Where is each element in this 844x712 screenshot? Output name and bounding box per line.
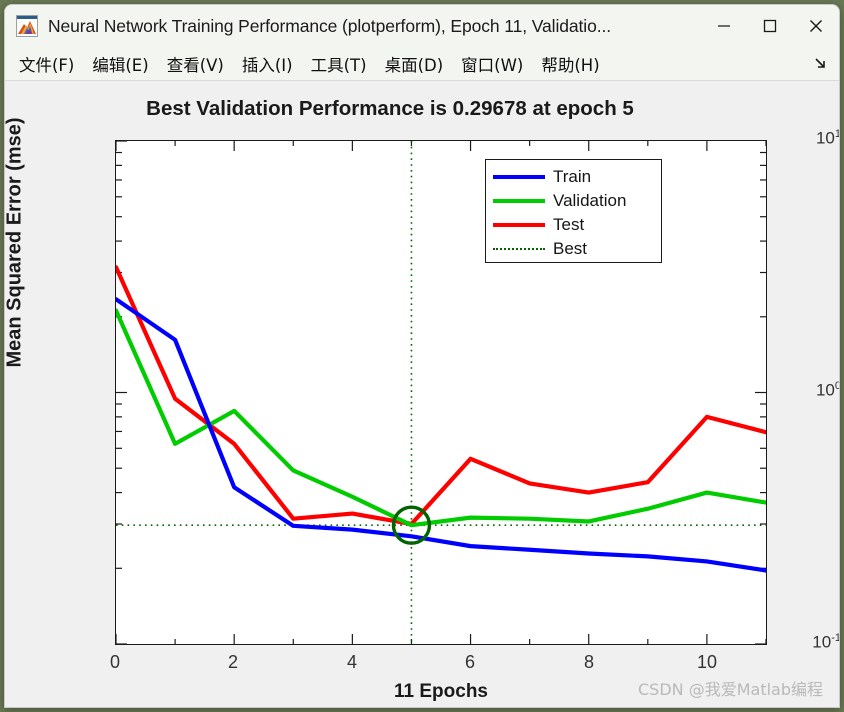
window-title: Neural Network Training Performance (plo…: [48, 15, 611, 36]
legend-label-validation: Validation: [553, 191, 627, 210]
legend-swatch-validation: [493, 198, 545, 204]
x-tick-label-4: 4: [346, 652, 357, 672]
x-tick-label-2: 2: [227, 652, 238, 672]
figure-canvas: Best Validation Performance is 0.29678 a…: [5, 81, 839, 707]
legend-row-validation[interactable]: Validation: [486, 189, 661, 213]
menu-file[interactable]: 文件(F): [10, 52, 83, 76]
legend-label-test: Test: [553, 215, 585, 234]
expand-arrow-icon[interactable]: [813, 56, 829, 72]
menu-help[interactable]: 帮助(H): [532, 52, 608, 76]
menu-window[interactable]: 窗口(W): [452, 52, 532, 76]
legend-label-best: Best: [553, 239, 588, 258]
chart-legend: Train Validation Test Best: [485, 159, 662, 263]
menu-view[interactable]: 查看(V): [158, 52, 233, 76]
matlab-membrane-icon: [16, 15, 38, 37]
x-tick-label-0: 0: [109, 652, 120, 672]
y-axis-label: Mean Squared Error (mse): [5, 117, 26, 368]
x-tick-label-10: 10: [696, 652, 718, 672]
legend-row-test[interactable]: Test: [486, 213, 661, 237]
title-bar: Neural Network Training Performance (plo…: [5, 5, 839, 47]
menu-edit[interactable]: 编辑(E): [83, 52, 157, 76]
maximize-button[interactable]: [747, 5, 793, 47]
legend-row-best[interactable]: Best: [486, 237, 661, 261]
legend-label-train: Train: [553, 167, 592, 186]
menu-desktop[interactable]: 桌面(D): [376, 52, 453, 76]
chart-svg: [116, 141, 766, 644]
x-tick-label-8: 8: [583, 652, 594, 672]
menu-insert[interactable]: 插入(I): [233, 52, 302, 76]
legend-swatch-best: [493, 248, 545, 250]
legend-swatch-test: [493, 222, 545, 228]
close-button[interactable]: [793, 5, 839, 47]
legend-row-train[interactable]: Train: [486, 165, 661, 189]
legend-swatch-train: [493, 174, 545, 180]
menu-bar: 文件(F) 编辑(E) 查看(V) 插入(I) 工具(T) 桌面(D) 窗口(W…: [5, 47, 839, 81]
y-axis-label-wrapper: Mean Squared Error (mse): [5, 81, 27, 503]
watermark-text: CSDN @我爱Matlab编程: [638, 680, 823, 699]
menu-tools[interactable]: 工具(T): [302, 52, 376, 76]
x-tick-label-6: 6: [464, 652, 475, 672]
figure-window: Neural Network Training Performance (plo…: [4, 4, 840, 708]
minimize-button[interactable]: [701, 5, 747, 47]
chart-title: Best Validation Performance is 0.29678 a…: [146, 97, 634, 120]
plot-area[interactable]: [115, 140, 767, 645]
